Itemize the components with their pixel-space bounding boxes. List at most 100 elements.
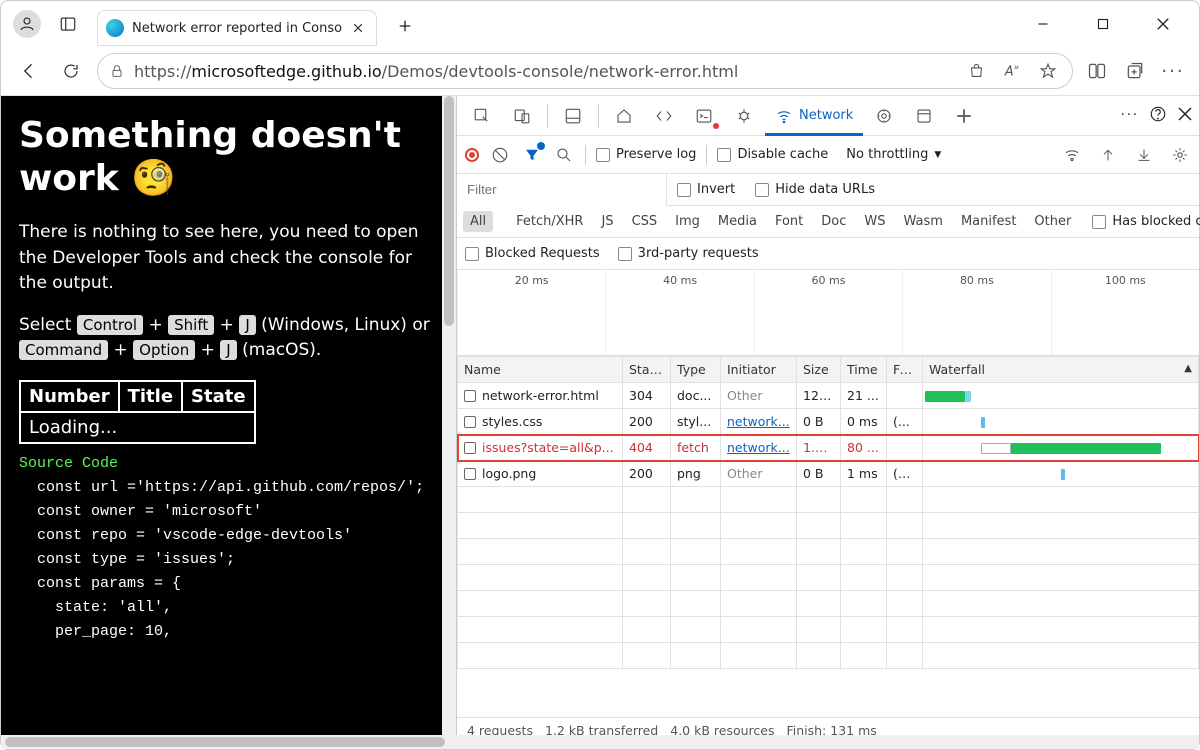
third-party-checkbox[interactable]: 3rd-party requests [618, 246, 759, 261]
type-chip[interactable]: Wasm [897, 211, 950, 232]
checkbox-icon [618, 247, 632, 261]
window-scrollbar-horizontal[interactable] [1, 735, 1199, 749]
col-name[interactable]: Name [458, 357, 623, 383]
inspect-element-button[interactable] [463, 97, 501, 135]
col-fulfilled[interactable]: Fu... [887, 357, 923, 383]
col-size[interactable]: Size [797, 357, 841, 383]
table-row[interactable]: network-error.html 304doc...Other 121 B2… [458, 383, 1199, 409]
type-chip-all[interactable]: All [463, 211, 493, 232]
blocked-requests-checkbox[interactable]: Blocked Requests [465, 246, 600, 261]
hide-data-urls-checkbox[interactable]: Hide data URLs [745, 182, 885, 197]
tab-welcome[interactable] [605, 97, 643, 135]
timeline-overview[interactable]: 20 ms 40 ms 60 ms 80 ms 100 ms [457, 270, 1199, 356]
read-aloud-button[interactable]: A» [998, 57, 1026, 85]
tab-network[interactable]: Network [765, 97, 863, 135]
network-settings-button[interactable] [1169, 144, 1191, 166]
scrollbar-thumb[interactable] [5, 737, 445, 747]
file-icon [464, 390, 476, 402]
tab-elements[interactable] [645, 97, 683, 135]
table-row-empty [458, 539, 1199, 565]
minimize-button[interactable] [1023, 9, 1063, 39]
devtools-more-button[interactable]: ··· [1121, 108, 1139, 123]
error-badge-icon [713, 123, 719, 129]
type-chip[interactable]: Doc [814, 211, 853, 232]
type-chip[interactable]: Manifest [954, 211, 1023, 232]
menu-button[interactable]: ··· [1159, 57, 1187, 85]
new-tab-button[interactable] [389, 10, 421, 42]
shopping-button[interactable] [962, 57, 990, 85]
type-chip[interactable]: Img [668, 211, 707, 232]
tab-performance[interactable] [865, 97, 903, 135]
close-window-button[interactable] [1143, 9, 1183, 39]
import-har-button[interactable] [1097, 144, 1119, 166]
filter-input[interactable] [457, 174, 667, 206]
page-intro: There is nothing to see here, you need t… [19, 220, 438, 297]
type-chip[interactable]: WS [857, 211, 892, 232]
table-row-empty [458, 487, 1199, 513]
device-toolbar-button[interactable] [503, 97, 541, 135]
scrollbar-thumb[interactable] [444, 96, 454, 326]
table-row[interactable]: logo.png 200pngOther 0 B1 ms(d... [458, 461, 1199, 487]
address-bar[interactable]: https://microsoftedge.github.io/Demos/de… [97, 53, 1073, 89]
tab-close-button[interactable] [350, 20, 366, 36]
collections-button[interactable] [1121, 57, 1149, 85]
clear-button[interactable] [489, 144, 511, 166]
has-blocked-cookies-checkbox[interactable]: Has blocked cookies [1082, 214, 1200, 229]
page-scrollbar-vertical[interactable] [442, 96, 456, 743]
timeline-tick: 20 ms [457, 270, 605, 356]
refresh-button[interactable] [55, 55, 87, 87]
table-row[interactable]: styles.css 200styl...network... 0 B0 ms(… [458, 409, 1199, 435]
maximize-button[interactable] [1083, 9, 1123, 39]
favorite-button[interactable] [1034, 57, 1062, 85]
col-initiator[interactable]: Initiator [721, 357, 797, 383]
more-tabs-button[interactable] [945, 97, 983, 135]
type-chip[interactable]: Font [768, 211, 810, 232]
type-chip[interactable]: JS [594, 211, 620, 232]
tab-application[interactable] [905, 97, 943, 135]
filter-toggle-button[interactable] [521, 144, 543, 166]
table-row[interactable]: issues?state=all&p... 404fetchnetwork...… [458, 435, 1199, 461]
minimize-icon [1037, 18, 1049, 30]
record-button[interactable] [465, 148, 479, 162]
type-chip[interactable]: Fetch/XHR [509, 211, 590, 232]
browser-tab[interactable]: Network error reported in Conso [97, 10, 377, 46]
col-type[interactable]: Type [671, 357, 721, 383]
split-screen-button[interactable] [1083, 57, 1111, 85]
wifi-icon [775, 107, 793, 125]
dock-button[interactable] [554, 97, 592, 135]
profile-avatar[interactable] [13, 10, 41, 38]
throttling-select[interactable]: No throttling▼ [838, 144, 949, 165]
timeline-tick: 100 ms [1051, 270, 1199, 356]
network-toolbar: Preserve log Disable cache No throttling… [457, 136, 1199, 174]
filter-badge [536, 141, 546, 151]
table-row-empty [458, 565, 1199, 591]
type-chip[interactable]: Media [711, 211, 764, 232]
split-icon [1087, 61, 1107, 81]
sort-asc-icon: ▲ [1184, 363, 1192, 374]
divider [547, 104, 548, 128]
tab-sources[interactable] [725, 97, 763, 135]
site-info-button[interactable] [108, 63, 126, 79]
checkbox-icon [755, 183, 769, 197]
col-time[interactable]: Time [841, 357, 887, 383]
chevron-down-icon: ▼ [934, 150, 941, 160]
col-waterfall[interactable]: Waterfall▲ [923, 357, 1199, 383]
extra-filter-row: Blocked Requests 3rd-party requests [457, 238, 1199, 270]
preserve-log-checkbox[interactable]: Preserve log [596, 147, 696, 162]
devtools-close-button[interactable] [1177, 106, 1193, 126]
back-button[interactable] [13, 55, 45, 87]
export-har-button[interactable] [1133, 144, 1155, 166]
network-conditions-button[interactable] [1061, 144, 1083, 166]
type-chip[interactable]: Other [1027, 211, 1078, 232]
close-icon [352, 22, 364, 34]
invert-checkbox[interactable]: Invert [667, 182, 745, 197]
search-button[interactable] [553, 144, 575, 166]
timeline-tick: 80 ms [902, 270, 1050, 356]
devtools-help-button[interactable] [1149, 105, 1167, 127]
tab-console[interactable] [685, 97, 723, 135]
wifi-gear-icon [1063, 146, 1081, 164]
col-status[interactable]: Stat... [623, 357, 671, 383]
type-chip[interactable]: CSS [625, 211, 665, 232]
tab-actions-button[interactable] [51, 7, 85, 41]
disable-cache-checkbox[interactable]: Disable cache [717, 147, 828, 162]
